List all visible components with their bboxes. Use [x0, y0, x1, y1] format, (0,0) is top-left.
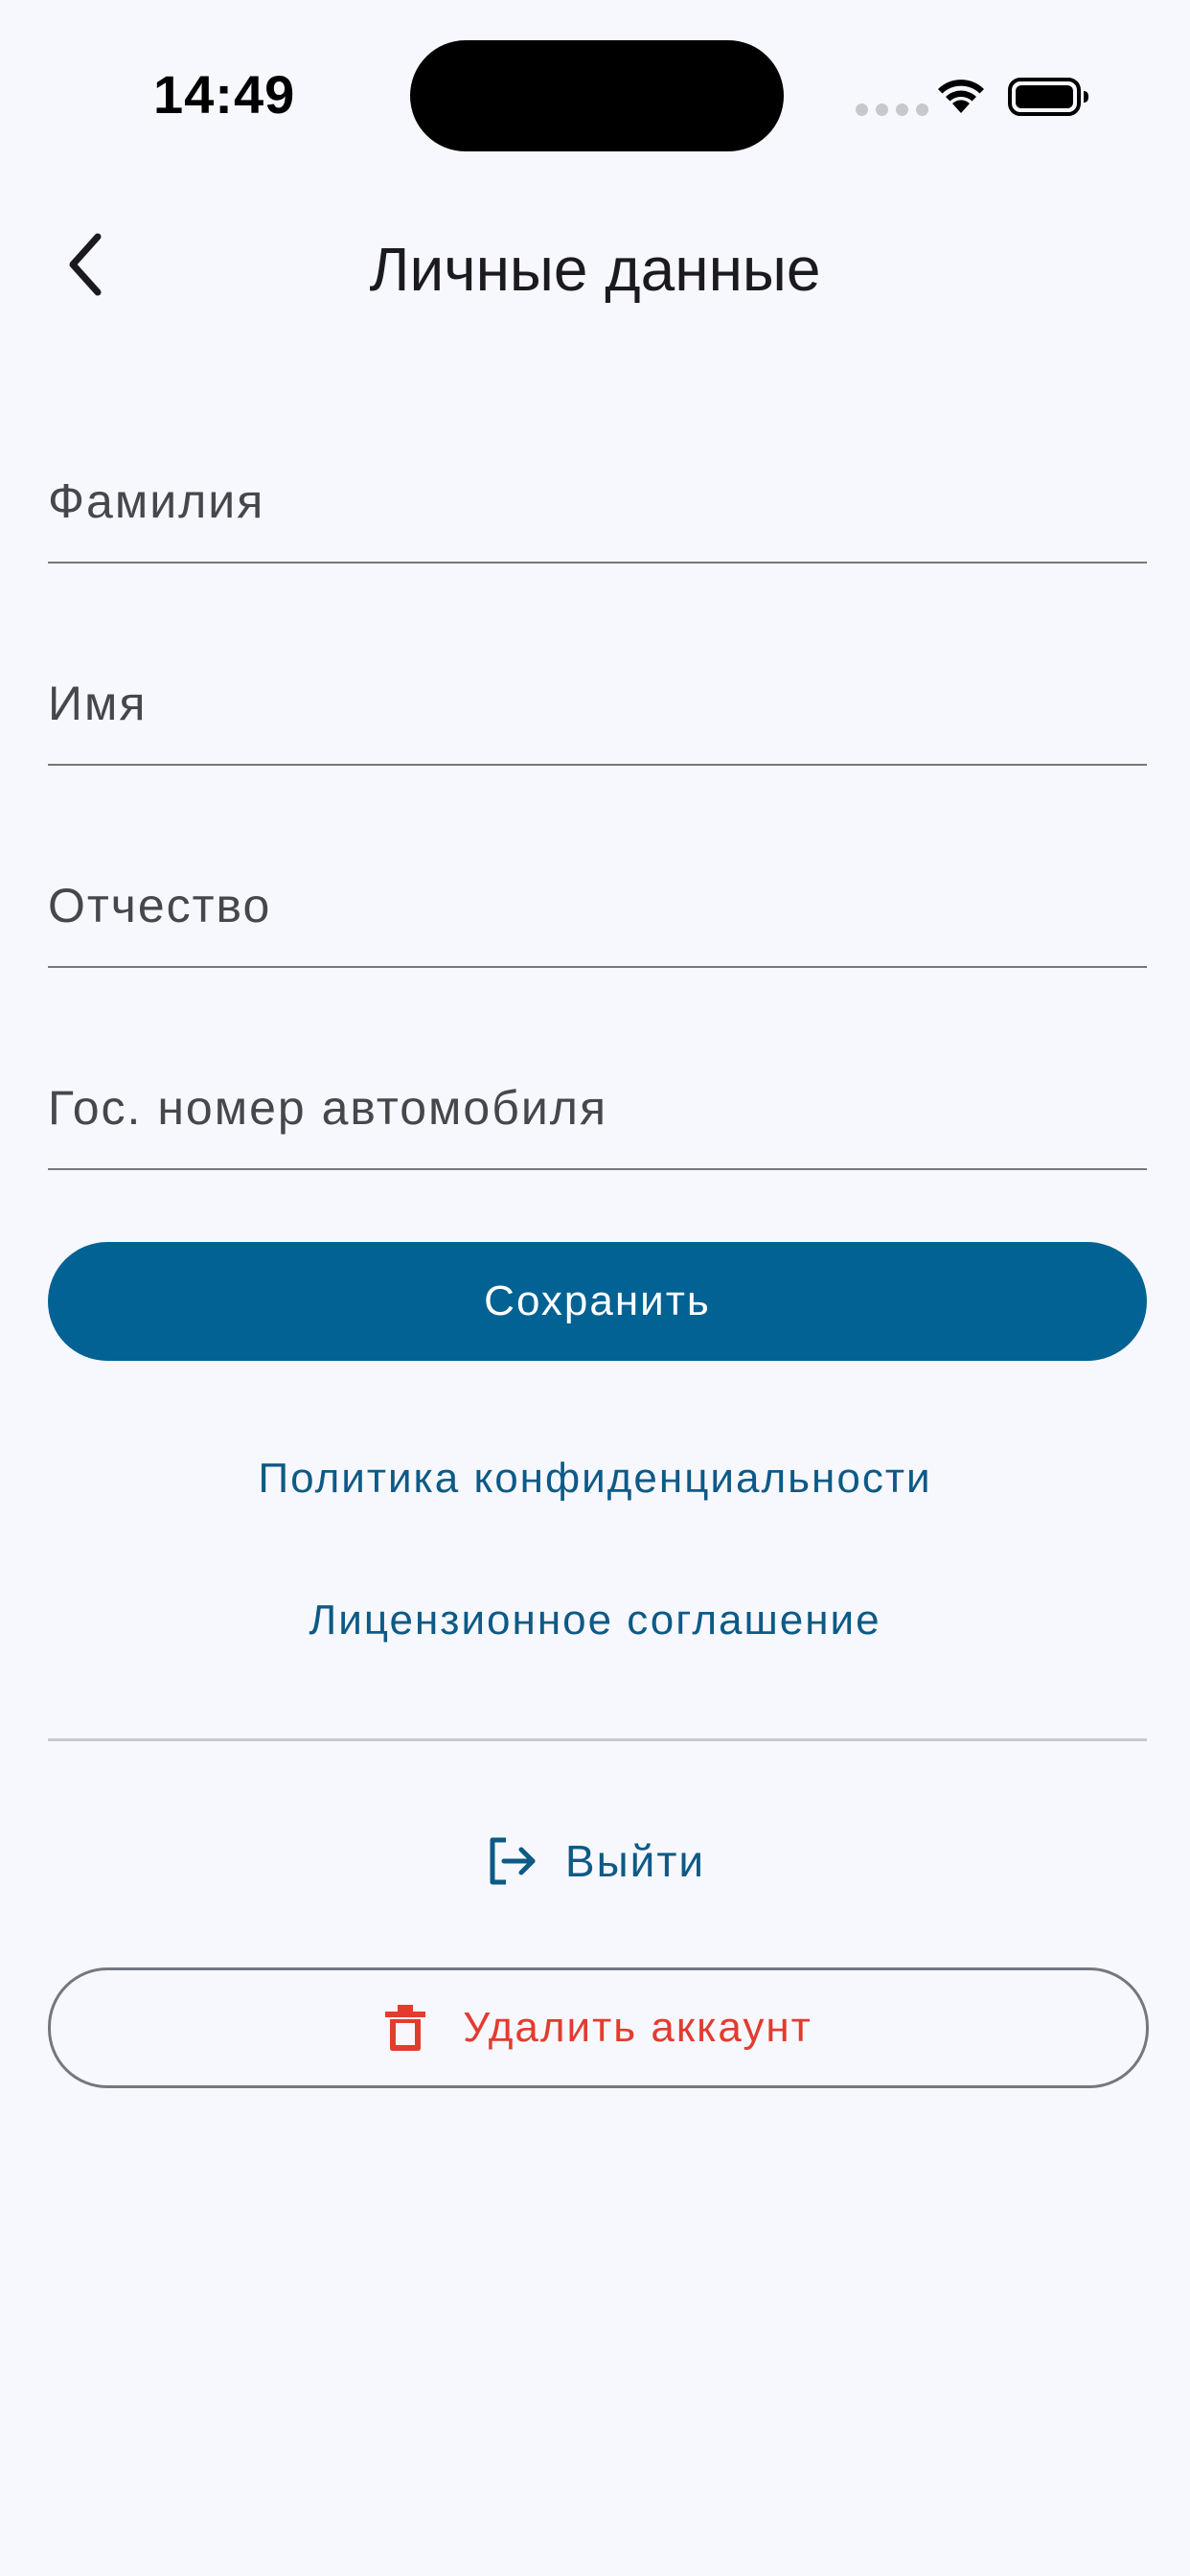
divider	[48, 1738, 1147, 1741]
first-name-field[interactable]	[48, 658, 1147, 766]
delete-account-label: Удалить аккаунт	[463, 2004, 812, 2051]
logout-icon	[490, 1837, 536, 1885]
page-title: Личные данные	[369, 235, 821, 304]
patronymic-field[interactable]	[48, 861, 1147, 968]
delete-account-button[interactable]: Удалить аккаунт	[48, 1967, 1149, 2088]
patronymic-input[interactable]	[48, 878, 1147, 933]
cellular-signal-icon	[856, 104, 928, 116]
logout-label: Выйти	[564, 1836, 706, 1886]
logout-button[interactable]: Выйти	[0, 1830, 1190, 1892]
wifi-icon	[938, 80, 984, 113]
battery-icon	[1008, 78, 1088, 116]
last-name-input[interactable]	[48, 473, 1147, 529]
dynamic-island	[410, 40, 784, 151]
trash-icon	[385, 2005, 426, 2051]
license-agreement-link[interactable]: Лицензионное соглашение	[0, 1597, 1190, 1644]
car-plate-input[interactable]	[48, 1080, 1147, 1136]
car-plate-field[interactable]	[48, 1063, 1147, 1170]
status-time: 14:49	[153, 64, 296, 125]
privacy-policy-link[interactable]: Политика конфиденциальности	[0, 1455, 1190, 1503]
last-name-field[interactable]	[48, 456, 1147, 564]
save-button[interactable]: Сохранить	[48, 1242, 1147, 1361]
first-name-input[interactable]	[48, 676, 1147, 731]
